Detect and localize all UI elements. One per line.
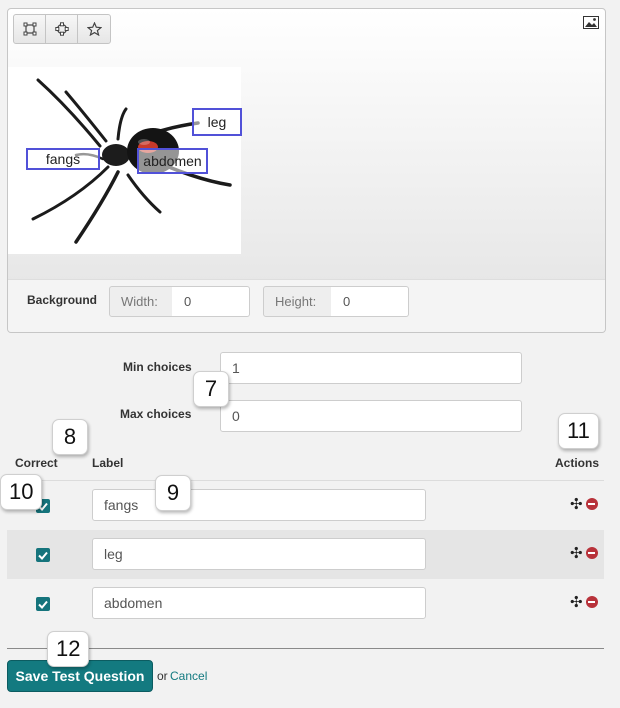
circle-tool-icon bbox=[54, 22, 69, 36]
cancel-link[interactable]: Cancel bbox=[170, 669, 207, 683]
width-addon: Width: bbox=[109, 286, 173, 317]
callout-12: 12 bbox=[47, 631, 90, 667]
correct-checkbox[interactable] bbox=[36, 548, 50, 562]
height-input[interactable]: 0 bbox=[331, 286, 409, 317]
checkmark-icon bbox=[38, 600, 48, 609]
or-text: or bbox=[157, 669, 168, 683]
table-row: leg ✣ bbox=[7, 530, 604, 579]
label-header: Label bbox=[92, 456, 124, 470]
rectangle-tool-icon bbox=[23, 22, 36, 36]
upload-image-button[interactable] bbox=[583, 16, 599, 34]
label-input[interactable]: abdomen bbox=[92, 587, 426, 619]
move-icon[interactable]: ✣ bbox=[570, 544, 583, 562]
background-title: Background bbox=[27, 293, 98, 307]
remove-icon[interactable] bbox=[585, 596, 598, 608]
checkmark-icon bbox=[38, 551, 48, 560]
correct-header: Correct bbox=[15, 456, 58, 470]
min-choices-input[interactable]: 1 bbox=[220, 352, 522, 384]
image-icon bbox=[583, 16, 599, 29]
callout-9: 9 bbox=[155, 475, 191, 511]
polygon-tool-icon bbox=[86, 22, 102, 36]
callout-8: 8 bbox=[52, 419, 88, 455]
callout-10: 10 bbox=[0, 474, 43, 510]
polygon-tool-button[interactable] bbox=[78, 15, 110, 43]
table-row: fangs ✣ bbox=[7, 481, 604, 530]
height-addon: Height: bbox=[263, 286, 332, 317]
callout-7: 7 bbox=[193, 371, 229, 407]
hotspot-editor: leg fangs abdomen Background Width: 0 He… bbox=[7, 8, 606, 333]
correct-checkbox[interactable] bbox=[36, 597, 50, 611]
footer-divider bbox=[7, 648, 604, 649]
table-row: abdomen ✣ bbox=[7, 579, 604, 628]
circle-tool-button[interactable] bbox=[46, 15, 78, 43]
hotspot-label-fangs[interactable]: fangs bbox=[26, 148, 100, 170]
rectangle-tool-button[interactable] bbox=[14, 15, 46, 43]
max-choices-input[interactable]: 0 bbox=[220, 400, 522, 432]
hotspot-label-leg[interactable]: leg bbox=[192, 108, 242, 136]
spider-image: leg fangs abdomen bbox=[8, 67, 242, 254]
move-icon[interactable]: ✣ bbox=[570, 495, 583, 513]
remove-icon[interactable] bbox=[585, 498, 598, 510]
remove-icon[interactable] bbox=[585, 547, 598, 559]
hotspot-label-abdomen[interactable]: abdomen bbox=[137, 148, 208, 174]
width-input[interactable]: 0 bbox=[172, 286, 250, 317]
min-choices-label: Min choices bbox=[123, 360, 192, 374]
label-input[interactable]: fangs bbox=[92, 489, 426, 521]
move-icon[interactable]: ✣ bbox=[570, 593, 583, 611]
callout-11: 11 bbox=[558, 413, 599, 449]
max-choices-label: Max choices bbox=[120, 407, 192, 421]
actions-header: Actions bbox=[555, 456, 600, 470]
shape-toolbar bbox=[13, 14, 111, 44]
label-input[interactable]: leg bbox=[92, 538, 426, 570]
